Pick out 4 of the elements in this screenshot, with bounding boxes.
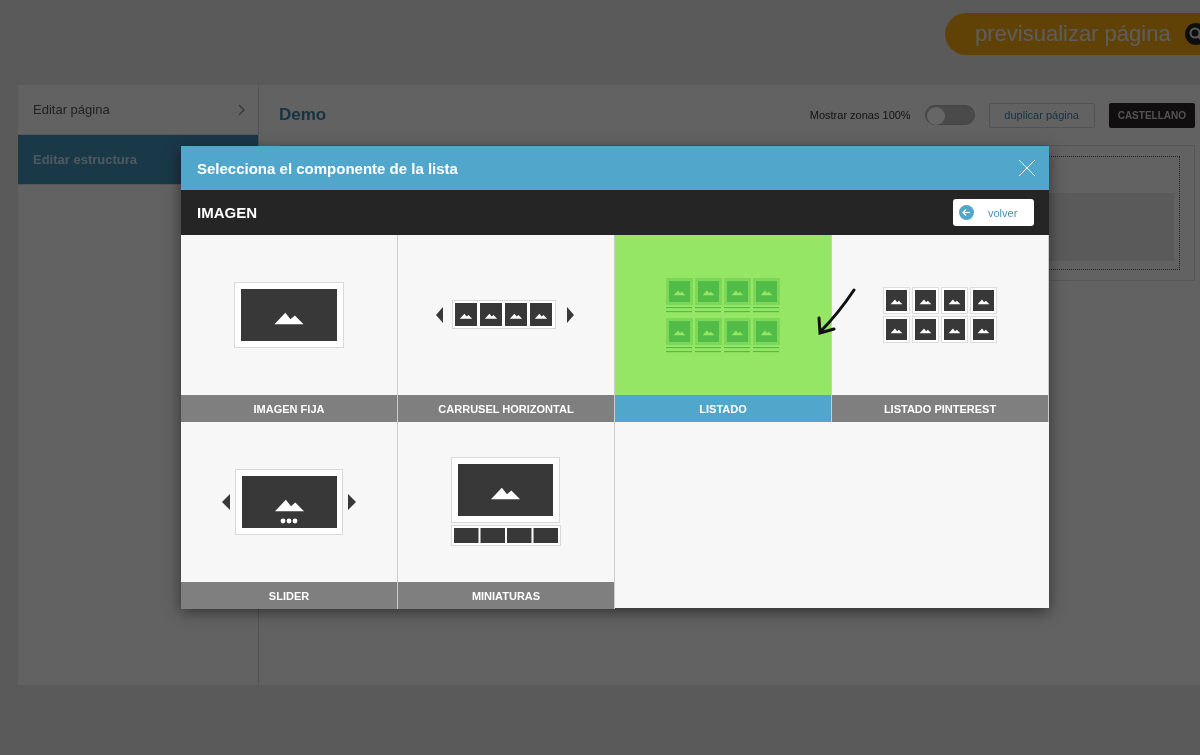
toggle-label: Mostrar zonas 100%: [809, 109, 911, 121]
page-title: Demo: [279, 105, 328, 125]
section-title: IMAGEN: [197, 204, 257, 221]
dialog-title: Selecciona el componente de la lista: [197, 159, 458, 177]
